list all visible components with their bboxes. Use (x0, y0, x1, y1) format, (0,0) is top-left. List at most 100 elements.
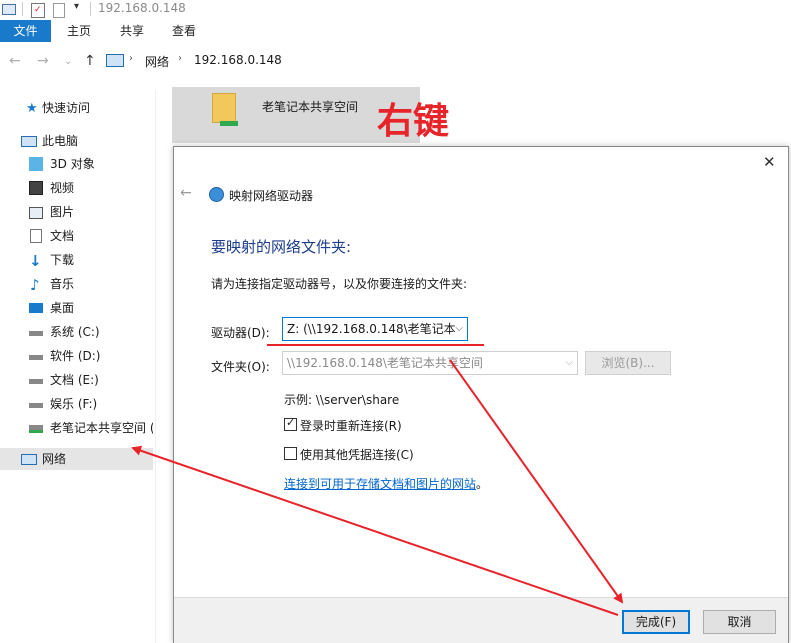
explorer-icon (2, 4, 16, 15)
document-icon (30, 229, 42, 243)
sidebar-item-label: 3D 对象 (50, 157, 95, 171)
drive-icon (29, 379, 43, 384)
tab-share[interactable]: 共享 (110, 20, 154, 42)
sidebar-item-drive-e[interactable]: 文档 (E:) (0, 369, 153, 391)
title-bar: ✓ ▾ 192.168.0.148 (0, 0, 791, 20)
ribbon: 文件 主页 共享 查看 (0, 20, 791, 43)
chevron-right-icon: › (129, 53, 133, 64)
cube-icon (29, 157, 43, 171)
sidebar-item-label: 系统 (C:) (50, 325, 100, 339)
folder-select-value: \\192.168.0.148\老笔记本共享空间 (287, 356, 483, 370)
divider (22, 2, 23, 16)
network-drive-icon (29, 425, 43, 433)
browse-button[interactable]: 浏览(B)... (585, 351, 671, 375)
system-drive-icon (29, 331, 43, 336)
network-icon (106, 54, 124, 67)
drive-icon (29, 355, 43, 360)
tab-view[interactable]: 查看 (162, 20, 206, 42)
sidebar-item-downloads[interactable]: ↓ 下载 (0, 249, 153, 271)
back-arrow-icon[interactable]: ← (180, 185, 192, 201)
sidebar-item-drive-f[interactable]: 娱乐 (F:) (0, 393, 153, 415)
example-text: 示例: \\server\share (284, 393, 400, 407)
music-note-icon: ♪ (30, 276, 40, 294)
address-bar[interactable]: › 网络 › 192.168.0.148 (100, 50, 790, 72)
sidebar-item-music[interactable]: ♪ 音乐 (0, 273, 153, 295)
chevron-right-icon: › (178, 53, 182, 64)
link-suffix: 。 (476, 477, 489, 491)
sidebar-item-label: 桌面 (50, 301, 75, 315)
sidebar-item-label: 此电脑 (42, 134, 79, 148)
sidebar-item-videos[interactable]: 视频 (0, 177, 153, 199)
folder-select[interactable]: \\192.168.0.148\老笔记本共享空间 ⌵ (282, 351, 578, 375)
sidebar-item-label: 视频 (50, 181, 75, 195)
sidebar-item-desktop[interactable]: 桌面 (0, 297, 153, 319)
forward-arrow-icon[interactable]: → (37, 53, 49, 69)
sidebar-item-documents[interactable]: 文档 (0, 225, 153, 247)
reconnect-checkbox[interactable]: ✓ (284, 416, 297, 431)
sidebar-item-label: 音乐 (50, 277, 75, 291)
back-arrow-icon[interactable]: ← (9, 53, 21, 69)
breadcrumb-network[interactable]: 网络 (145, 53, 169, 70)
network-cable-icon (220, 121, 238, 126)
drive-select-value: Z: (\\192.168.0.148\老笔记本 (287, 322, 456, 336)
properties-icon[interactable]: ✓ (31, 3, 45, 18)
folder-label: 文件夹(O): (211, 360, 270, 374)
film-icon (29, 181, 43, 195)
navigation-pane: ★ 快速访问 此电脑 3D 对象 视频 图片 文档 ↓ 下载 ♪ 音乐 桌面 系… (0, 90, 156, 643)
sidebar-item-network-drive[interactable]: 老笔记本共享空间 ( (0, 417, 153, 439)
sidebar-item-3d-objects[interactable]: 3D 对象 (0, 153, 153, 175)
other-credentials-checkbox[interactable] (284, 447, 297, 460)
chevron-down-icon: ⌵ (455, 323, 463, 334)
sidebar-item-label: 文档 (50, 229, 75, 243)
dialog-footer: 完成(F) 取消 (174, 597, 788, 643)
network-icon (21, 454, 37, 465)
dialog-title: 映射网络驱动器 (229, 189, 314, 203)
sidebar-item-label: 娱乐 (F:) (50, 397, 98, 411)
recent-locations-chevron-icon[interactable]: ⌄ (64, 56, 72, 67)
network-drive-icon (209, 187, 224, 202)
sidebar-item-label: 图片 (50, 205, 75, 219)
sidebar-item-label: 下载 (50, 253, 75, 267)
picture-icon (29, 207, 43, 219)
sidebar-item-label: 老笔记本共享空间 ( (50, 421, 153, 435)
download-icon: ↓ (29, 252, 42, 270)
instruction-text: 请为连接指定驱动器号，以及你要连接的文件夹: (211, 277, 468, 291)
drive-select[interactable]: Z: (\\192.168.0.148\老笔记本 ⌵ (282, 317, 468, 341)
tab-file[interactable]: 文件 (0, 20, 51, 42)
storage-website-link[interactable]: 连接到可用于存储文档和图片的网站 (284, 477, 476, 491)
breadcrumb-host[interactable]: 192.168.0.148 (194, 53, 282, 67)
sidebar-item-quick-access[interactable]: ★ 快速访问 (0, 97, 153, 119)
annotation-underline (267, 344, 484, 346)
annotation-text: 右键 (377, 101, 450, 142)
sidebar-item-label: 快速访问 (42, 101, 91, 115)
sidebar-item-network[interactable]: 网络 (0, 448, 153, 470)
star-icon: ★ (26, 101, 38, 116)
divider (90, 2, 91, 16)
new-folder-icon[interactable] (53, 3, 65, 18)
checkmark-icon: ✓ (286, 416, 296, 429)
sidebar-item-label: 网络 (42, 452, 67, 466)
tab-home[interactable]: 主页 (57, 20, 101, 42)
drive-icon (29, 403, 43, 408)
dialog-heading: 要映射的网络文件夹: (211, 238, 352, 256)
share-name: 老笔记本共享空间 (262, 100, 359, 114)
drive-label: 驱动器(D): (211, 326, 270, 340)
shared-folder-icon (212, 93, 236, 123)
map-network-drive-dialog: ✕ ← 映射网络驱动器 要映射的网络文件夹: 请为连接指定驱动器号，以及你要连接… (173, 146, 789, 643)
sidebar-item-drive-d[interactable]: 软件 (D:) (0, 345, 153, 367)
sidebar-item-this-pc[interactable]: 此电脑 (0, 130, 153, 152)
sidebar-item-pictures[interactable]: 图片 (0, 201, 153, 223)
customize-toolbar-icon[interactable]: ▾ (74, 1, 79, 12)
up-arrow-icon[interactable]: ↑ (84, 53, 96, 69)
close-icon[interactable]: ✕ (763, 153, 776, 171)
finish-button[interactable]: 完成(F) (622, 610, 690, 634)
desktop-icon (29, 303, 43, 313)
cancel-button[interactable]: 取消 (703, 610, 776, 634)
window-title: 192.168.0.148 (98, 1, 186, 15)
chevron-down-icon: ⌵ (565, 357, 573, 368)
sidebar-item-label: 文档 (E:) (50, 373, 99, 387)
sidebar-item-drive-c[interactable]: 系统 (C:) (0, 321, 153, 343)
sidebar-item-label: 软件 (D:) (50, 349, 101, 363)
reconnect-label[interactable]: 登录时重新连接(R) (300, 417, 402, 434)
other-credentials-label[interactable]: 使用其他凭据连接(C) (300, 446, 414, 463)
